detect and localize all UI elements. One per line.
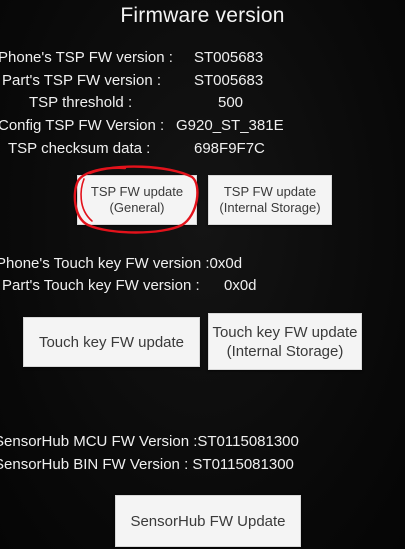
config-tsp-fw-value: G920_ST_381E [176,117,284,134]
part-touchkey-fw-value: 0x0d [224,277,257,294]
phone-tsp-fw-label: Phone's TSP FW version : [0,49,173,66]
part-touchkey-fw-label: Part's Touch key FW version : [2,277,200,294]
phone-tsp-fw-value: ST005683 [194,49,264,66]
tsp-fw-update-internal-button[interactable]: TSP FW update (Internal Storage) [208,175,332,225]
page-title: Firmware version [120,4,285,27]
part-tsp-fw-label: Part's TSP FW version : [2,72,162,89]
tsp-checksum-value: 698F9F7C [194,140,265,157]
part-tsp-fw-value: ST005683 [194,72,264,89]
sensorhub-fw-update-button[interactable]: SensorHub FW Update [115,495,301,547]
sensorhub-bin-fw-label: SensorHub BIN FW Version : ST0115081300 [0,456,294,473]
tsp-threshold-label: TSP threshold : [29,94,133,111]
tsp-fw-update-general-label: TSP FW update (General) [90,184,184,215]
touchkey-fw-update-internal-label: Touch key FW update (Internal Storage) [212,323,358,360]
phone-touchkey-fw-label: Phone's Touch key FW version :0x0d [0,255,243,272]
tsp-threshold-value: 500 [218,94,244,111]
tsp-fw-update-general-button[interactable]: TSP FW update (General) [77,175,197,225]
tsp-fw-update-internal-label: TSP FW update (Internal Storage) [219,184,321,215]
touchkey-fw-update-internal-button[interactable]: Touch key FW update (Internal Storage) [208,313,362,370]
touchkey-fw-update-label: Touch key FW update [38,333,185,351]
config-tsp-fw-label: Config TSP FW Version : [0,117,165,134]
touchkey-fw-update-button[interactable]: Touch key FW update [23,317,200,367]
sensorhub-mcu-fw-label: SensorHub MCU FW Version :ST0115081300 [0,433,299,450]
firmware-screen: Firmware version Phone's TSP FW version … [0,0,405,549]
sensorhub-fw-update-label: SensorHub FW Update [130,512,286,530]
tsp-checksum-label: TSP checksum data : [8,140,151,157]
